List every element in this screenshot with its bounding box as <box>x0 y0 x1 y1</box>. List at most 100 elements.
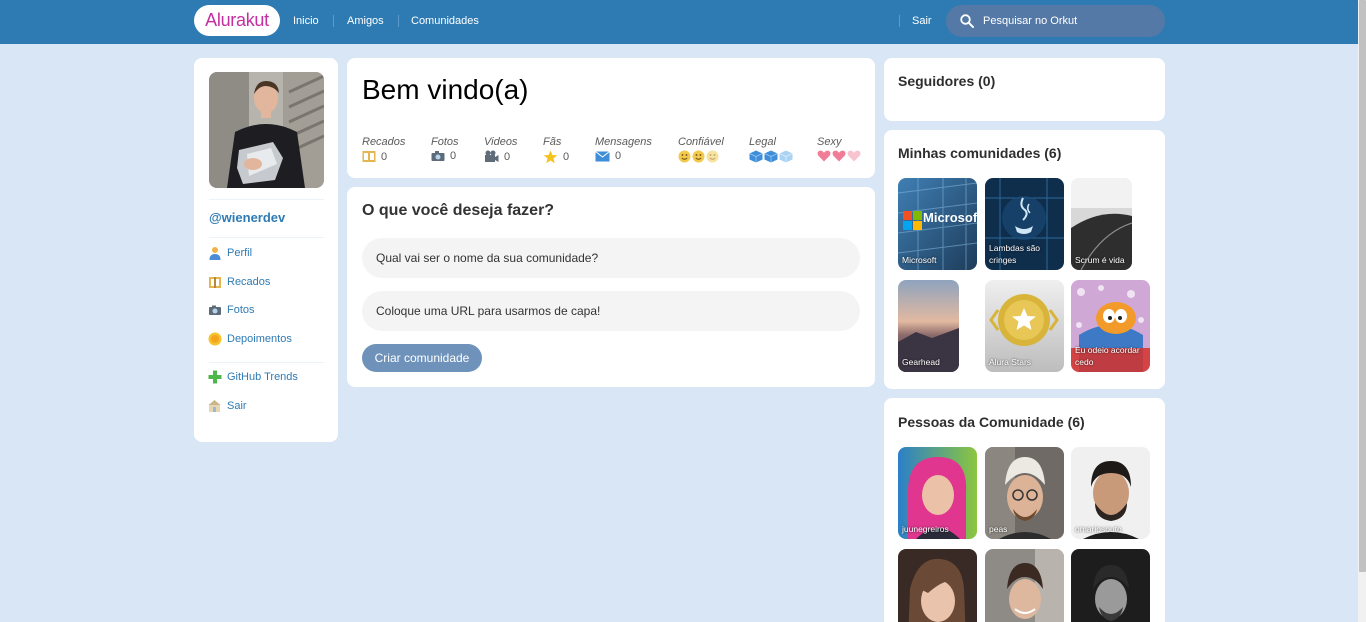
nav-inicio[interactable]: Inicio <box>293 15 319 27</box>
person-tile[interactable] <box>1071 549 1150 622</box>
person-tile[interactable] <box>985 549 1064 622</box>
nav-amigos[interactable]: Amigos <box>347 15 384 27</box>
stat-videos: Videos 0 <box>484 136 517 163</box>
menu-label: Recados <box>227 276 271 288</box>
menu-item-fotos[interactable]: Fotos <box>208 303 255 317</box>
page-title: Bem vindo(a) <box>362 74 529 105</box>
menu-label: Sair <box>227 400 247 412</box>
communities-card: Minhas comunidades (6) Microsoft Microso… <box>884 130 1165 389</box>
stat-value: 0 <box>504 150 511 163</box>
book-icon <box>208 275 222 289</box>
smiley-icon <box>706 150 719 163</box>
svg-text:Microsoft: Microsoft <box>923 210 977 225</box>
stat-fas: Fãs 0 <box>543 136 569 164</box>
user-icon <box>208 246 222 260</box>
top-navbar: Alurakut Inicio Amigos Comunidades Sair … <box>0 0 1358 44</box>
stat-label: Sexy <box>817 136 842 148</box>
book-icon <box>362 151 376 162</box>
stat-value: 0 <box>615 150 622 162</box>
menu-item-depoimentos[interactable]: Depoimentos <box>208 332 292 346</box>
stat-mensagens: Mensagens 0 <box>595 136 652 162</box>
community-name-input[interactable]: Qual vai ser o nome da sua comunidade? <box>362 238 860 278</box>
community-tile[interactable]: Eu odeio acordar cedo <box>1071 280 1150 372</box>
profile-handle[interactable]: @wienerdev <box>209 210 285 225</box>
star-icon <box>543 150 558 164</box>
stat-sexy: Sexy <box>817 136 861 162</box>
heart-icon <box>847 150 861 162</box>
menu-item-sair[interactable]: Sair <box>208 399 247 413</box>
search-input[interactable]: Pesquisar no Orkut <box>946 5 1165 37</box>
welcome-card: Bem vindo(a) Recados 0 Fotos 0 Videos 0 … <box>347 58 875 178</box>
create-community-button[interactable]: Criar comunidade <box>362 344 482 372</box>
video-camera-icon <box>485 150 499 162</box>
nav-divider <box>899 15 900 27</box>
smiley-icon <box>692 150 705 163</box>
divider <box>209 362 324 363</box>
community-name: Microsoft <box>902 255 937 265</box>
stat-label: Mensagens <box>595 136 652 148</box>
camera-icon <box>208 303 222 317</box>
menu-label: Fotos <box>227 304 255 316</box>
nav-divider <box>398 15 399 27</box>
heart-icon <box>832 150 846 162</box>
scrollbar-thumb[interactable] <box>1359 0 1366 572</box>
stat-label: Fotos <box>431 136 459 148</box>
menu-item-recados[interactable]: Recados <box>208 275 270 289</box>
form-title: O que você deseja fazer? <box>362 202 555 219</box>
avatar[interactable] <box>209 72 324 188</box>
create-community-card: O que você deseja fazer? Qual vai ser o … <box>347 187 875 387</box>
person-tile[interactable]: omariosouto <box>1071 447 1150 539</box>
camera-icon <box>431 151 445 161</box>
sun-icon <box>208 332 222 346</box>
person-tile[interactable] <box>898 549 977 622</box>
followers-card: Seguidores (0) <box>884 58 1165 121</box>
person-name: omariosouto <box>1075 524 1122 534</box>
community-name: Alura Stars <box>989 357 1032 367</box>
ice-cube-icon <box>764 150 778 163</box>
alurakut-logo[interactable]: Alurakut <box>194 5 280 36</box>
ice-cube-icon <box>779 150 793 163</box>
stat-recados: Recados 0 <box>362 136 405 163</box>
logout-link[interactable]: Sair <box>912 15 932 27</box>
person-tile[interactable]: juunegreiros <box>898 447 977 539</box>
nav-comunidades[interactable]: Comunidades <box>411 15 479 27</box>
stat-fotos: Fotos 0 <box>431 136 459 162</box>
people-card: Pessoas da Comunidade (6) juunegreiros p… <box>884 398 1165 622</box>
person-name: juunegreiros <box>902 524 949 534</box>
person-tile[interactable]: peas <box>985 447 1064 539</box>
people-title: Pessoas da Comunidade (6) <box>898 414 1085 430</box>
stat-label: Recados <box>362 136 406 148</box>
plus-icon <box>208 370 222 384</box>
divider <box>209 237 324 238</box>
community-tile[interactable]: Scrum é vida <box>1071 178 1132 270</box>
envelope-icon <box>595 150 610 161</box>
community-name: Gearhead <box>902 357 940 367</box>
stat-legal: Legal <box>749 136 793 163</box>
logout-icon <box>208 399 222 413</box>
stat-label: Legal <box>749 136 776 148</box>
stat-value: 0 <box>381 150 388 163</box>
stat-label: Fãs <box>543 136 562 148</box>
menu-item-perfil[interactable]: Perfil <box>208 246 252 260</box>
search-icon <box>960 14 974 28</box>
community-tile[interactable]: Microsoft Microsoft <box>898 178 977 270</box>
menu-label: Perfil <box>227 247 253 259</box>
community-tile[interactable]: Lambdas são cringes <box>985 178 1064 270</box>
community-name: Scrum é vida <box>1075 255 1125 265</box>
community-name: Eu odeio acordar cedo <box>1075 345 1140 367</box>
profile-sidebar: @wienerdev Perfil Recados Fotos Depoimen… <box>194 58 338 442</box>
nav-divider <box>333 15 334 27</box>
person-name: peas <box>989 524 1008 534</box>
divider <box>209 199 324 200</box>
community-url-input[interactable]: Coloque uma URL para usarmos de capa! <box>362 291 860 331</box>
menu-label: GitHub Trends <box>227 371 298 383</box>
menu-label: Depoimentos <box>227 333 292 345</box>
stat-confiavel: Confiável <box>678 136 724 163</box>
stat-label: Confiável <box>678 136 724 148</box>
community-tile[interactable]: Alura Stars <box>985 280 1064 372</box>
community-name: Lambdas são cringes <box>989 243 1041 265</box>
menu-item-github-trends[interactable]: GitHub Trends <box>208 370 298 384</box>
community-tile[interactable]: Gearhead <box>898 280 959 372</box>
followers-title: Seguidores (0) <box>898 73 996 89</box>
heart-icon <box>817 150 831 162</box>
